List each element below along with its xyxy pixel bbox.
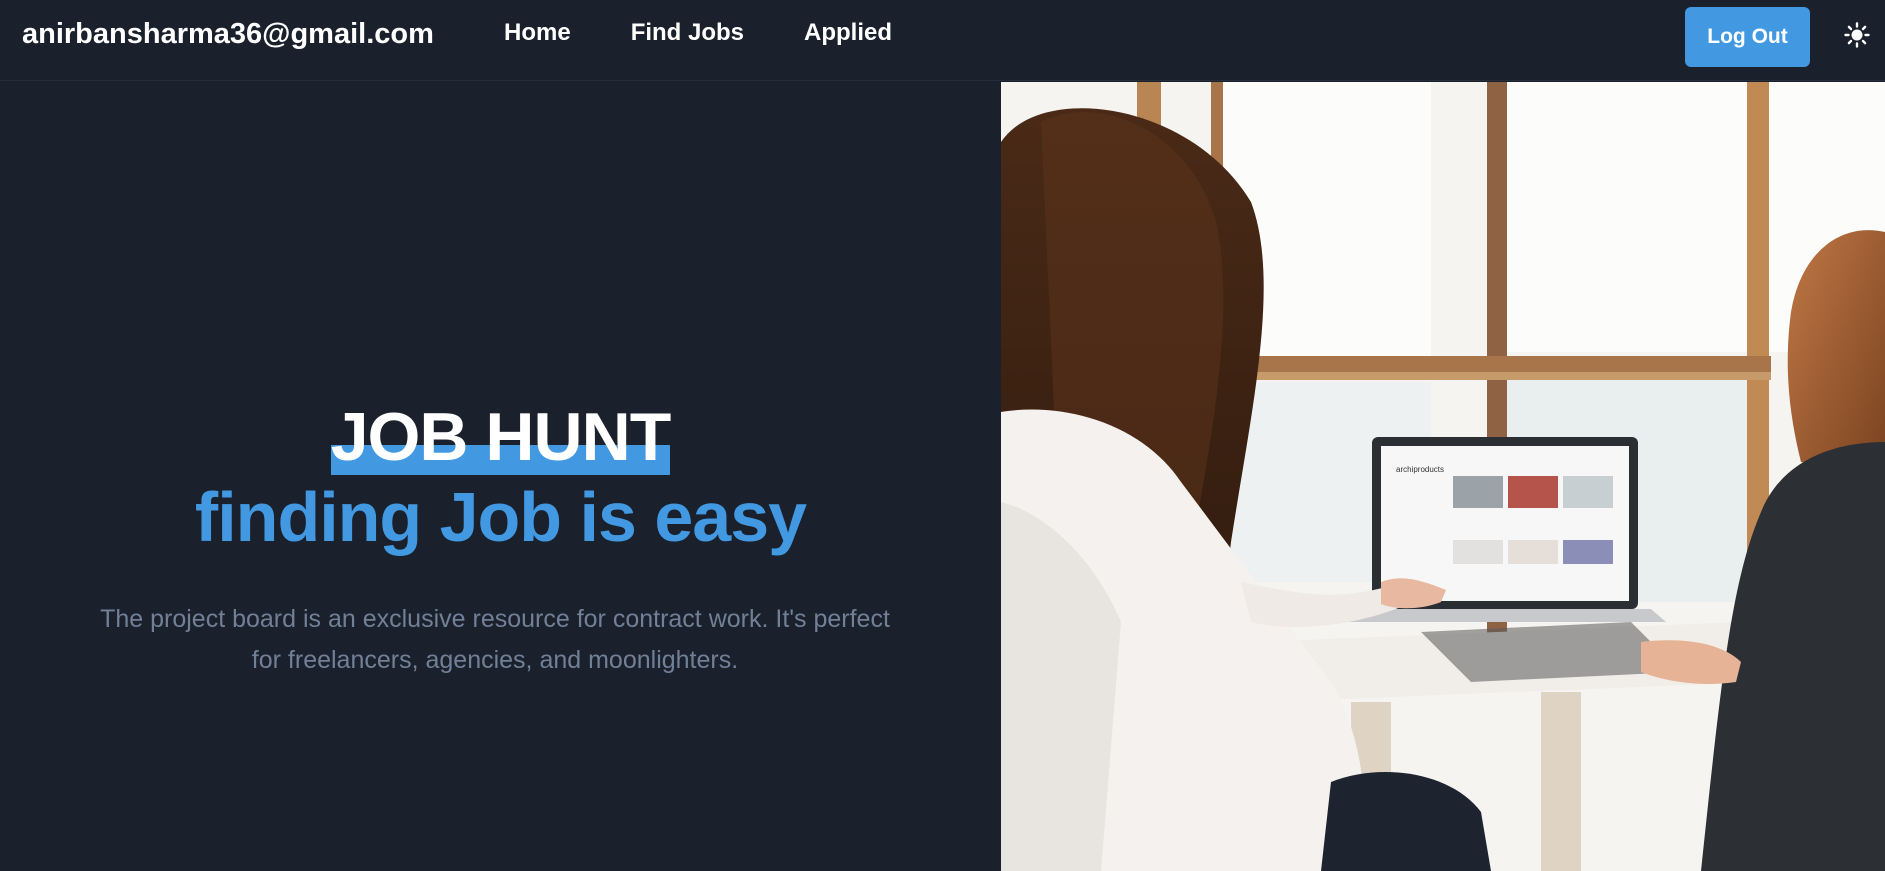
theme-toggle[interactable]	[1842, 20, 1872, 50]
office-photo: archiproducts	[1001, 82, 1885, 871]
hero-title-highlight: JOB HUNT	[330, 397, 672, 477]
laptop-screen-text: archiproducts	[1396, 465, 1444, 474]
nav-link-find-jobs[interactable]: Find Jobs	[631, 19, 744, 47]
hero-title-sub: finding Job is easy	[194, 478, 807, 556]
hero-section: JOB HUNT finding Job is easy The project…	[0, 82, 1001, 871]
logout-button[interactable]: Log Out	[1685, 7, 1810, 67]
nav-links: Home Find Jobs Applied	[504, 19, 892, 47]
hero-description: The project board is an exclusive resour…	[100, 605, 890, 674]
nav-link-home[interactable]: Home	[504, 19, 571, 47]
navbar: anirbansharma36@gmail.com Home Find Jobs…	[0, 0, 1885, 81]
hero-image: archiproducts	[1001, 82, 1885, 871]
hero-title-main: JOB HUNT	[330, 399, 672, 475]
sun-icon	[1844, 22, 1870, 48]
hero-title: JOB HUNT finding Job is easy	[0, 397, 1001, 563]
user-email[interactable]: anirbansharma36@gmail.com	[22, 18, 434, 51]
nav-link-applied[interactable]: Applied	[804, 19, 892, 47]
